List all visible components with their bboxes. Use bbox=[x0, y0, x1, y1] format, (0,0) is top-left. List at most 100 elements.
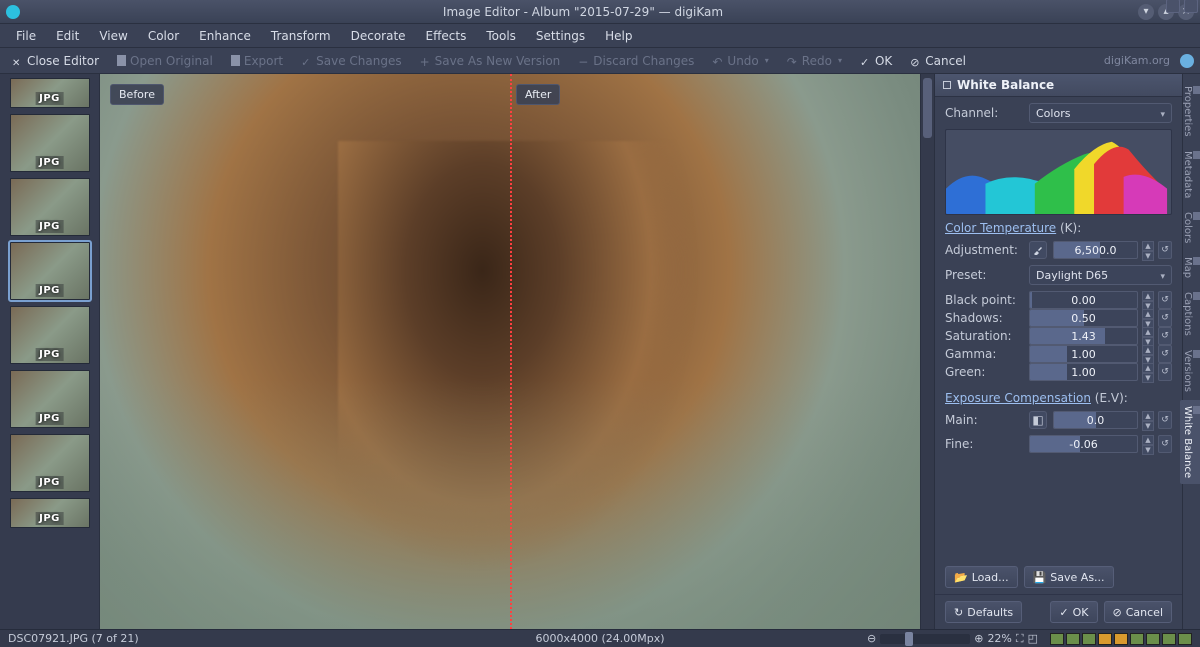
app-icon bbox=[6, 5, 20, 19]
status-swatch[interactable] bbox=[1098, 633, 1112, 645]
param-label: Gamma: bbox=[945, 347, 1023, 361]
zoom-fit-icon[interactable]: ⛶ bbox=[1016, 632, 1024, 646]
fine-spinbox[interactable]: -0.06 ▲▼ ↺ bbox=[1029, 435, 1172, 453]
menu-view[interactable]: View bbox=[91, 26, 135, 46]
adjustment-spinbox[interactable]: 6,500.0 ▲▼ ↺ bbox=[1053, 241, 1172, 259]
export-button[interactable]: Export bbox=[225, 52, 289, 70]
adjustment-label: Adjustment: bbox=[945, 243, 1023, 257]
menu-edit[interactable]: Edit bbox=[48, 26, 87, 46]
tab-metadata[interactable]: Metadata bbox=[1180, 145, 1200, 204]
toolbar-cancel-button[interactable]: Cancel bbox=[904, 52, 972, 70]
defaults-button[interactable]: ↻ Defaults bbox=[945, 601, 1022, 623]
vertical-scrollbar[interactable] bbox=[920, 74, 934, 629]
image-canvas[interactable]: Before After bbox=[100, 74, 920, 629]
zoom-value: 22% bbox=[987, 632, 1011, 645]
open-original-button[interactable]: Open Original bbox=[111, 52, 219, 70]
toolbar-ok-button[interactable]: OK bbox=[854, 52, 898, 70]
brand-link[interactable]: digiKam.org bbox=[1104, 54, 1170, 67]
canvas-area: Before After bbox=[100, 74, 934, 629]
status-swatch[interactable] bbox=[1162, 633, 1176, 645]
format-badge: JPG bbox=[35, 220, 64, 233]
reset-icon[interactable]: ↺ bbox=[1158, 291, 1172, 309]
redo-button[interactable]: Redo▾ bbox=[781, 52, 848, 70]
zoom-in-icon[interactable]: ⊕ bbox=[974, 632, 983, 645]
menu-tools[interactable]: Tools bbox=[478, 26, 524, 46]
param-spinbox[interactable]: 0.50▲▼↺ bbox=[1029, 309, 1172, 327]
status-swatch[interactable] bbox=[1178, 633, 1192, 645]
main-spinbox[interactable]: 0.0 ▲▼ ↺ bbox=[1053, 411, 1172, 429]
reset-icon[interactable]: ↺ bbox=[1158, 363, 1172, 381]
export-icon bbox=[231, 55, 240, 66]
thumbnail-item[interactable]: JPG bbox=[10, 114, 90, 172]
param-spinbox[interactable]: 1.00▲▼↺ bbox=[1029, 363, 1172, 381]
color-temperature-heading[interactable]: Color Temperature bbox=[945, 221, 1056, 235]
panel-cancel-button[interactable]: ⊘ Cancel bbox=[1104, 601, 1172, 623]
exposure-heading[interactable]: Exposure Compensation bbox=[945, 391, 1091, 405]
zoom-out-icon[interactable]: ⊖ bbox=[867, 632, 876, 645]
thumbnail-item[interactable]: JPG bbox=[10, 498, 90, 528]
status-swatch[interactable] bbox=[1130, 633, 1144, 645]
param-label: Green: bbox=[945, 365, 1023, 379]
auto-exposure-button[interactable]: ◧ bbox=[1029, 411, 1047, 429]
status-swatch[interactable] bbox=[1082, 633, 1096, 645]
menu-enhance[interactable]: Enhance bbox=[191, 26, 259, 46]
preset-label: Preset: bbox=[945, 268, 1023, 282]
channel-select[interactable]: Colors bbox=[1029, 103, 1172, 123]
status-swatch[interactable] bbox=[1114, 633, 1128, 645]
tab-properties[interactable]: Properties bbox=[1180, 80, 1200, 143]
status-swatch[interactable] bbox=[1146, 633, 1160, 645]
tab-map[interactable]: Map bbox=[1180, 251, 1200, 284]
close-editor-button[interactable]: Close Editor bbox=[6, 52, 105, 70]
reset-icon[interactable]: ↺ bbox=[1158, 327, 1172, 345]
status-swatch[interactable] bbox=[1066, 633, 1080, 645]
panel-ok-button[interactable]: ✓ OK bbox=[1050, 601, 1097, 623]
discard-changes-button[interactable]: Discard Changes bbox=[572, 52, 700, 70]
tab-white-balance[interactable]: White Balance bbox=[1180, 400, 1200, 484]
tab-versions[interactable]: Versions bbox=[1180, 344, 1200, 398]
tab-colors[interactable]: Colors bbox=[1180, 206, 1200, 249]
format-badge: JPG bbox=[35, 284, 64, 297]
save-as-new-button[interactable]: Save As New Version bbox=[414, 52, 567, 70]
reset-icon[interactable]: ↺ bbox=[1158, 411, 1172, 429]
thumbnail-item[interactable]: JPG bbox=[10, 434, 90, 492]
minimize-button[interactable]: ▾ bbox=[1138, 4, 1154, 20]
undo-button[interactable]: Undo▾ bbox=[706, 52, 774, 70]
menu-bar: File Edit View Color Enhance Transform D… bbox=[0, 24, 1200, 48]
zoom-slider[interactable] bbox=[880, 634, 970, 644]
status-swatch[interactable] bbox=[1050, 633, 1064, 645]
save-changes-button[interactable]: Save Changes bbox=[295, 52, 407, 70]
menu-help[interactable]: Help bbox=[597, 26, 640, 46]
thumbnail-item[interactable]: JPG bbox=[10, 78, 90, 108]
chevron-down-icon bbox=[1160, 107, 1165, 120]
param-label: Black point: bbox=[945, 293, 1023, 307]
zoom-100-icon[interactable]: ◰ bbox=[1028, 632, 1038, 645]
param-label: Saturation: bbox=[945, 329, 1023, 343]
menu-file[interactable]: File bbox=[8, 26, 44, 46]
undo-icon bbox=[712, 55, 723, 66]
menu-effects[interactable]: Effects bbox=[418, 26, 475, 46]
reset-icon[interactable]: ↺ bbox=[1158, 345, 1172, 363]
param-spinbox[interactable]: 1.43▲▼↺ bbox=[1029, 327, 1172, 345]
reset-icon[interactable]: ↺ bbox=[1158, 435, 1172, 453]
thumbnail-item[interactable]: JPG bbox=[10, 242, 90, 300]
reset-icon[interactable]: ↺ bbox=[1158, 309, 1172, 327]
menu-color[interactable]: Color bbox=[140, 26, 187, 46]
thumbnail-strip[interactable]: JPG JPG JPG JPG JPG JPG JPG JPG bbox=[0, 74, 100, 629]
status-dimensions: 6000x4000 (24.00Mpx) bbox=[535, 632, 664, 645]
menu-transform[interactable]: Transform bbox=[263, 26, 339, 46]
preset-select[interactable]: Daylight D65 bbox=[1029, 265, 1172, 285]
menu-decorate[interactable]: Decorate bbox=[343, 26, 414, 46]
tab-captions[interactable]: Captions bbox=[1180, 286, 1200, 342]
thumbnail-item[interactable]: JPG bbox=[10, 370, 90, 428]
thumbnail-item[interactable]: JPG bbox=[10, 306, 90, 364]
param-spinbox[interactable]: 0.00▲▼↺ bbox=[1029, 291, 1172, 309]
load-button[interactable]: 📂 Load... bbox=[945, 566, 1018, 588]
menu-settings[interactable]: Settings bbox=[528, 26, 593, 46]
eyedropper-button[interactable] bbox=[1029, 241, 1047, 259]
param-spinbox[interactable]: 1.00▲▼↺ bbox=[1029, 345, 1172, 363]
close-icon bbox=[12, 55, 23, 66]
thumbnail-item[interactable]: JPG bbox=[10, 178, 90, 236]
split-divider[interactable] bbox=[510, 74, 512, 629]
reset-icon[interactable]: ↺ bbox=[1158, 241, 1172, 259]
save-as-button[interactable]: 💾 Save As... bbox=[1024, 566, 1114, 588]
